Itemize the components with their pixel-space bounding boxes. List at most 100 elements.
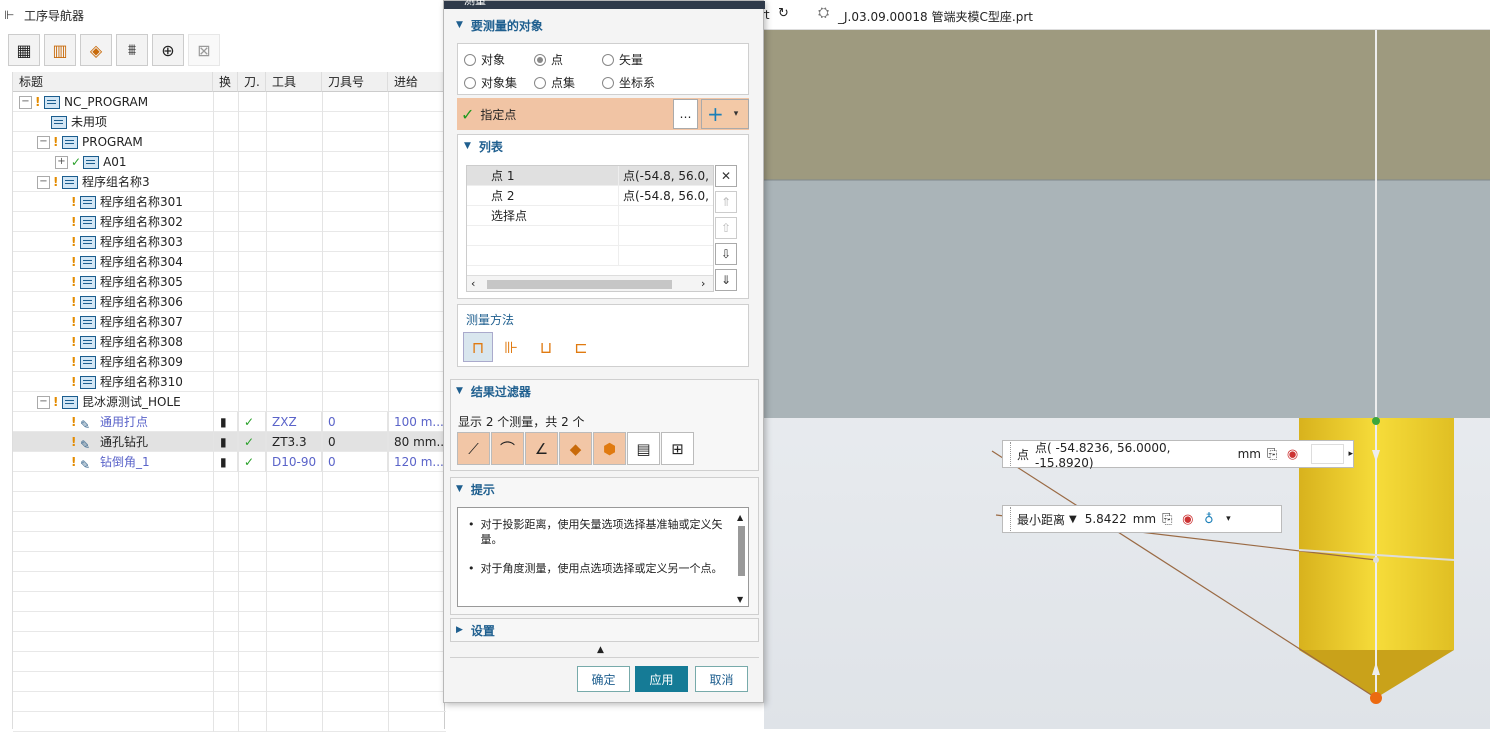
point-dialog-icon[interactable]: … — [673, 99, 698, 129]
apply-button[interactable]: 应用 — [635, 666, 688, 692]
section-list-header[interactable]: ▼ 列表 — [458, 135, 767, 157]
scroll-thumb[interactable] — [738, 526, 745, 576]
points-list[interactable]: 点 1 点(-54.8, 56.0, - 点 2 点(-54.8, 56.0, … — [466, 165, 714, 292]
copy-icon[interactable]: ⎘ — [1267, 447, 1287, 462]
column-header-change[interactable]: 换 — [213, 72, 238, 92]
collapse-icon[interactable]: − — [37, 175, 50, 189]
scroll-left-icon[interactable]: ‹ — [471, 277, 475, 290]
radio-point[interactable]: 点 — [534, 51, 563, 68]
column-header-title[interactable]: 标题 — [13, 72, 213, 92]
filter-body-icon[interactable]: ⬢ — [593, 432, 626, 465]
point-extra-field[interactable] — [1310, 444, 1345, 464]
filter-face-icon[interactable]: ◆ — [559, 432, 592, 465]
distance-type[interactable]: 最小距离 — [1017, 511, 1065, 528]
tree-row[interactable]: ! 程序组名称302 — [13, 212, 446, 232]
move-top-icon[interactable]: ⇑ — [715, 191, 737, 213]
radio-csys[interactable]: 坐标系 — [602, 74, 655, 91]
scroll-down-icon[interactable]: ▼ — [737, 592, 743, 607]
tree-row[interactable]: ! 程序组名称306 — [13, 292, 446, 312]
refresh-icon[interactable]: ↻ — [778, 6, 789, 21]
filter-add-icon[interactable]: ⊞ — [661, 432, 694, 465]
filter-curve-icon[interactable]: ⌒ — [491, 432, 524, 465]
operation-row[interactable]: ! ✎ 通用打点 ▮ ✓ ZXZ 0 100 m... — [13, 412, 446, 432]
operation-row[interactable]: ! ✎ 钻倒角_1 ▮ ✓ D10-90 0 120 m... — [13, 452, 446, 472]
filter-angle-icon[interactable]: ∠ — [525, 432, 558, 465]
move-down-icon[interactable]: ⇩ — [715, 243, 737, 265]
section-hint-header[interactable]: ▼ 提示 — [450, 478, 759, 500]
tree-row[interactable]: −! 昆冰源测试_HOLE — [13, 392, 446, 412]
column-header-tool-number[interactable]: 刀具号 — [322, 72, 388, 92]
show-hide-icon[interactable]: ◉ — [1287, 447, 1309, 462]
geometry-view-icon[interactable]: ◈ — [80, 34, 112, 66]
measure-method-2-icon[interactable]: ⊪ — [496, 332, 526, 362]
tree-row[interactable]: ! 程序组名称305 — [13, 272, 446, 292]
tree-row[interactable]: ! 程序组名称303 — [13, 232, 446, 252]
program-order-view-icon[interactable]: ▦ — [8, 34, 40, 66]
column-header-feed[interactable]: 进给 — [388, 72, 446, 92]
move-up-icon[interactable]: ⇧ — [715, 217, 737, 239]
drag-handle-icon[interactable] — [1003, 507, 1011, 531]
show-hide-icon[interactable]: ◉ — [1182, 512, 1204, 527]
measure-method-3-icon[interactable]: ⊔ — [531, 332, 561, 362]
cancel-button[interactable]: 取消 — [695, 666, 748, 692]
measure-method-1-icon[interactable]: ⊓ — [463, 332, 493, 362]
column-header-path[interactable]: 刀. — [238, 72, 266, 92]
collapse-icon[interactable]: − — [37, 395, 50, 409]
tab-fragment[interactable]: rt — [764, 8, 770, 22]
section-objects-header[interactable]: ▼ 要测量的对象 — [450, 14, 759, 36]
model-canvas[interactable] — [764, 30, 1490, 729]
more-options-icon[interactable]: ▸ — [1348, 449, 1353, 459]
radio-vector[interactable]: 矢量 — [602, 51, 643, 68]
dialog-titlebar[interactable]: 测量 — [444, 0, 765, 9]
file-tab[interactable]: _J.03.09.00018 管端夹模C型座.prt — [838, 8, 1033, 25]
more-options-icon[interactable]: ▾ — [1226, 514, 1231, 524]
tree-row[interactable]: −! NC_PROGRAM — [13, 92, 446, 112]
scroll-right-icon[interactable]: › — [701, 277, 705, 290]
column-header-tool[interactable]: 工具 — [266, 72, 322, 92]
machine-tool-view-icon[interactable]: ▥ — [44, 34, 76, 66]
tree-row[interactable]: ! 程序组名称310 — [13, 372, 446, 392]
section-filter-header[interactable]: ▼ 结果过滤器 — [450, 380, 759, 402]
tree-row[interactable]: ! 程序组名称307 — [13, 312, 446, 332]
copy-icon[interactable]: ⎘ — [1162, 512, 1182, 527]
measure-method-4-icon[interactable]: ⊏ — [566, 332, 596, 362]
tree-row[interactable]: −! 程序组名称3 — [13, 172, 446, 192]
tree-row[interactable]: ! 程序组名称309 — [13, 352, 446, 372]
collapse-icon[interactable]: − — [37, 135, 50, 149]
measure-label-icon[interactable]: ♁ — [1204, 512, 1226, 527]
tree-row[interactable]: ! 程序组名称304 — [13, 252, 446, 272]
tree-row[interactable]: 未用项 — [13, 112, 446, 132]
point-inferred-icon[interactable]: + ▾ — [701, 99, 749, 129]
graphics-viewport[interactable]: rt ↻ ⛭ _J.03.09.00018 管端夹模C型座.prt Z 点 点(… — [764, 0, 1490, 729]
tree-row[interactable]: ! 程序组名称308 — [13, 332, 446, 352]
remove-column-icon[interactable]: ⊠ — [188, 34, 220, 66]
radio-point-set[interactable]: 点集 — [534, 74, 575, 91]
section-settings-header[interactable]: ▶ 设置 — [450, 619, 759, 641]
horizontal-scrollbar[interactable]: ‹ › — [467, 275, 713, 291]
filter-distance-icon[interactable]: ⟋ — [457, 432, 490, 465]
list-item-name[interactable]: 点 1 — [467, 166, 619, 186]
tree-row[interactable]: −! PROGRAM — [13, 132, 446, 152]
drag-handle-icon[interactable] — [1003, 442, 1011, 466]
collapse-icon[interactable]: − — [19, 95, 32, 109]
list-item-name[interactable]: 点 2 — [467, 186, 619, 206]
remove-icon[interactable]: ✕ — [715, 165, 737, 187]
move-bottom-icon[interactable]: ⇓ — [715, 269, 737, 291]
expand-icon[interactable]: + — [55, 155, 68, 169]
scroll-up-icon[interactable]: ▲ — [737, 510, 743, 525]
list-item-name[interactable]: 选择点 — [467, 206, 619, 226]
dropdown-arrow-icon[interactable]: ▼ — [1069, 514, 1077, 525]
method-view-icon[interactable]: ⩩ — [116, 34, 148, 66]
radio-object-set[interactable]: 对象集 — [464, 74, 517, 91]
vertical-scrollbar[interactable]: ▲ ▼ — [737, 510, 745, 604]
dropdown-arrow-icon[interactable]: ▾ — [734, 109, 739, 119]
add-column-icon[interactable]: ⊕ — [152, 34, 184, 66]
operation-row-selected[interactable]: ! ✎ 通孔钻孔 ▮ ✓ ZT3.3 0 80 mm... — [13, 432, 446, 452]
tree-row[interactable]: ! 程序组名称301 — [13, 192, 446, 212]
filter-hatch-icon[interactable]: ▤ — [627, 432, 660, 465]
radio-object[interactable]: 对象 — [464, 51, 505, 68]
scroll-thumb[interactable] — [487, 280, 672, 289]
ok-button[interactable]: 确定 — [577, 666, 630, 692]
tree-row[interactable]: + ✓ A01 — [13, 152, 446, 172]
collapse-dialog-icon[interactable]: ▲ — [597, 645, 604, 655]
